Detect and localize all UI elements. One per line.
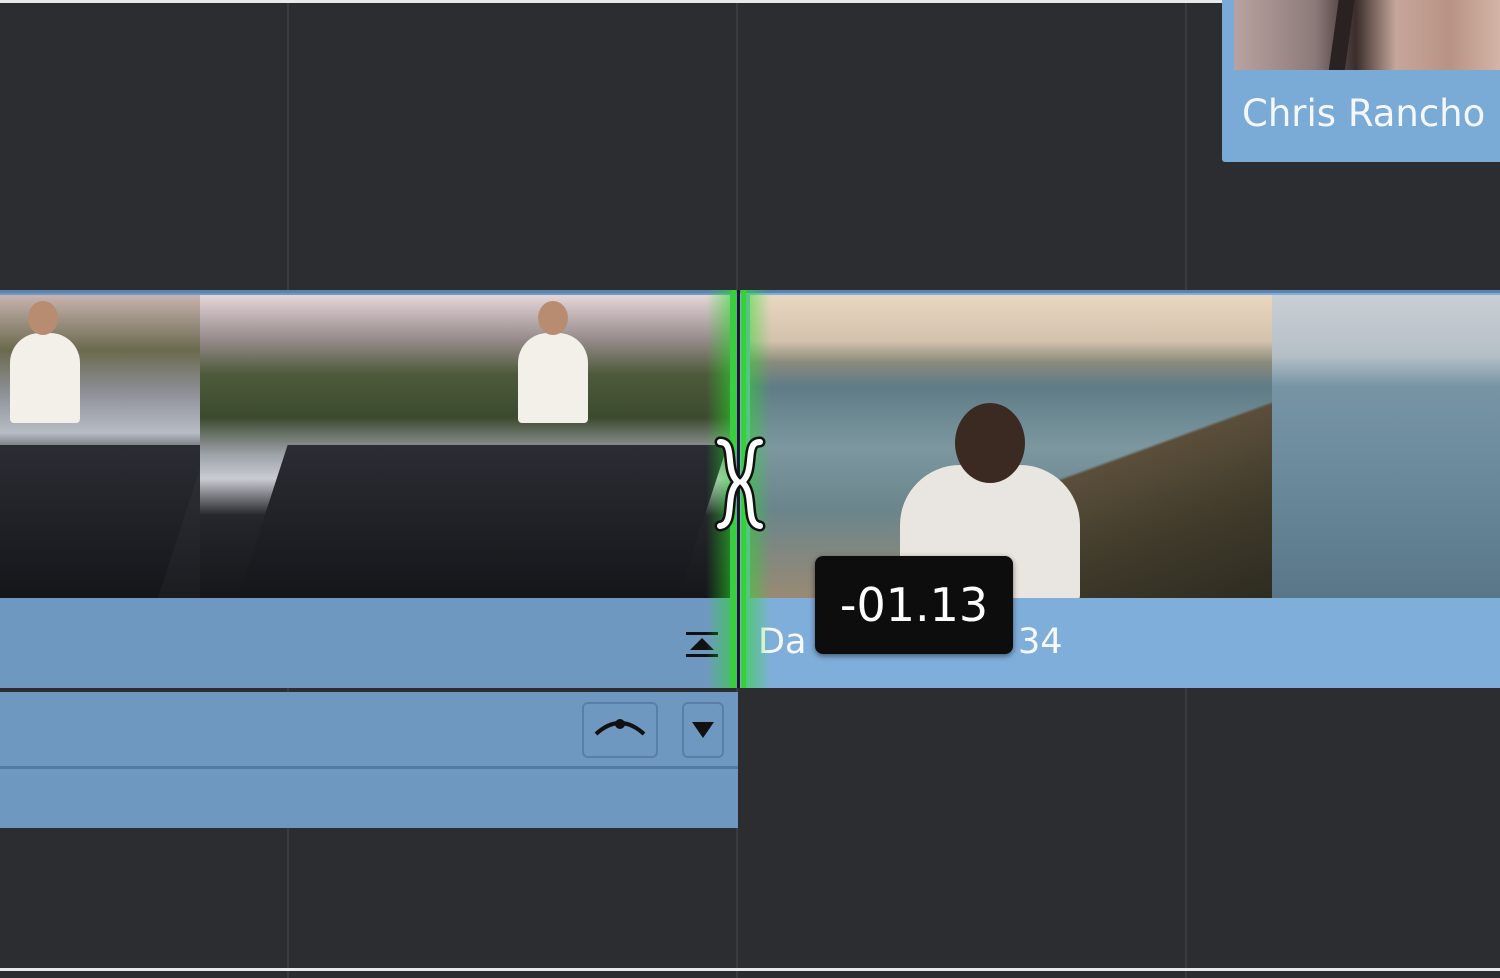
title-clip[interactable]: Chris Rancho — [1222, 0, 1500, 162]
frame-edge-bottom — [0, 968, 1500, 971]
roll-trim-icon — [714, 436, 766, 532]
outgoing-clip-footer[interactable] — [0, 598, 738, 688]
curve-icon — [594, 719, 646, 736]
title-clip-thumbnail — [1234, 0, 1500, 70]
trim-offset-tooltip: -01.13 — [815, 556, 1013, 654]
chevron-down-icon — [692, 722, 714, 738]
keyframe-curve-button[interactable] — [582, 702, 658, 758]
incoming-clip-thumbnail — [1272, 295, 1500, 601]
outgoing-clip-thumbnail — [200, 295, 730, 601]
audio-track-divider — [0, 766, 738, 769]
incoming-clip-name-suffix: 34 — [1018, 622, 1063, 662]
outgoing-clip-thumbnail — [0, 295, 200, 601]
dropdown-button[interactable] — [682, 702, 724, 758]
title-clip-label: Chris Rancho — [1242, 92, 1486, 135]
